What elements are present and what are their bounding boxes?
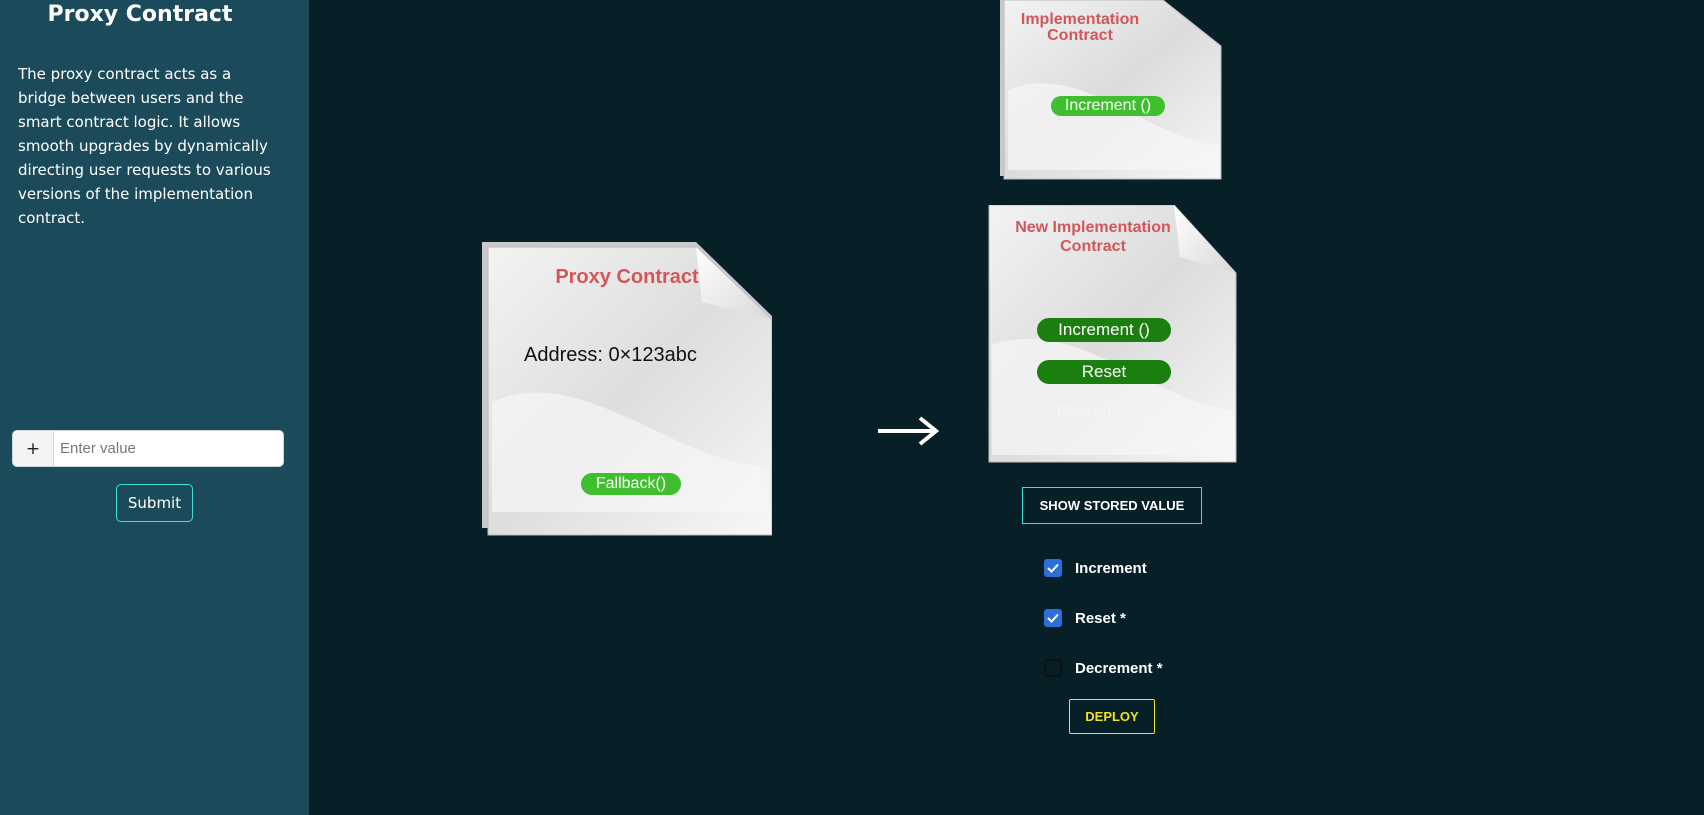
checkbox-empty-icon[interactable] <box>1044 659 1062 677</box>
sidebar-title: Proxy Contract <box>47 2 233 27</box>
sidebar: Proxy Contract The proxy contract acts a… <box>0 0 309 815</box>
implementation-card-title: Implementation Contract <box>1020 11 1140 44</box>
submit-button[interactable]: Submit <box>116 484 193 522</box>
sidebar-description: The proxy contract acts as a bridge betw… <box>18 65 271 227</box>
new-decrement-label: Decrement() <box>1056 401 1152 420</box>
value-input-group: + <box>12 430 284 467</box>
right-arrow-icon <box>878 416 940 446</box>
new-implementation-card-title: New Implementation Contract <box>1015 219 1171 255</box>
implementation-contract-card: Implementation Contract Increment () <box>1000 0 1222 180</box>
option-decrement[interactable]: Decrement * <box>1044 659 1163 677</box>
option-decrement-label: Decrement * <box>1075 659 1163 677</box>
proxy-card-title: Proxy Contract <box>555 266 699 288</box>
option-increment-label: Increment <box>1075 559 1147 577</box>
new-reset-button[interactable]: Reset <box>1037 360 1171 384</box>
impl-increment-button[interactable]: Increment () <box>1051 96 1165 116</box>
new-increment-button[interactable]: Increment () <box>1037 318 1171 342</box>
fallback-button[interactable]: Fallback() <box>581 473 681 495</box>
proxy-address: Address: 0×123abc <box>524 344 697 366</box>
show-stored-value-button[interactable]: SHOW STORED VALUE <box>1022 487 1202 524</box>
value-input[interactable] <box>54 431 283 466</box>
option-increment[interactable]: Increment <box>1044 559 1147 577</box>
deploy-button[interactable]: DEPLOY <box>1069 699 1155 734</box>
proxy-contract-card: Proxy Contract Address: 0×123abc Fallbac… <box>482 242 772 536</box>
check-icon[interactable] <box>1044 559 1062 577</box>
check-icon[interactable] <box>1044 609 1062 627</box>
new-implementation-contract-card: New Implementation Contract Increment ()… <box>988 205 1238 463</box>
option-reset[interactable]: Reset * <box>1044 609 1126 627</box>
option-reset-label: Reset * <box>1075 609 1126 627</box>
plus-icon: + <box>13 431 54 466</box>
